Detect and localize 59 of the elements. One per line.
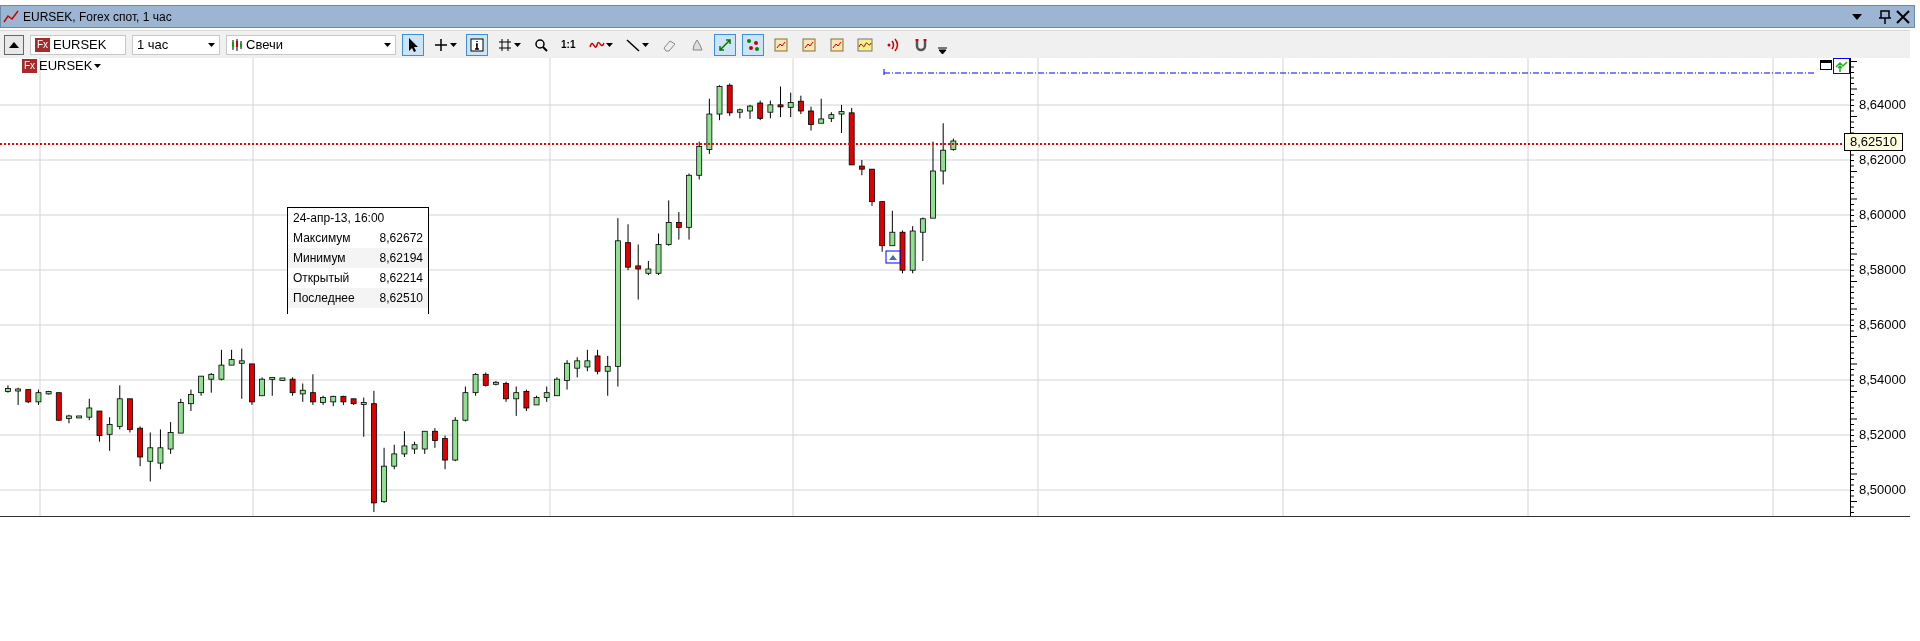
axis-label: 8,56000 xyxy=(1859,318,1906,332)
wave-icon xyxy=(857,36,873,53)
zoom-icon xyxy=(533,36,549,53)
last-price-label: 8,62510 xyxy=(1844,133,1903,151)
tooltip-value: 8,62214 xyxy=(379,271,423,285)
chart-window-icon xyxy=(829,36,845,53)
ratio-button[interactable]: 1:1 xyxy=(558,33,580,56)
candles-icon xyxy=(231,38,243,51)
pin-icon[interactable] xyxy=(1878,9,1892,24)
caret-icon xyxy=(94,63,102,68)
info-icon xyxy=(469,36,485,53)
scatter-icon xyxy=(745,36,761,53)
axis-label: 8,52000 xyxy=(1859,428,1906,442)
triangle-up-icon xyxy=(9,41,19,48)
tooltip-label: Максимум xyxy=(293,231,351,245)
trend-up-icon[interactable] xyxy=(1833,58,1850,74)
chart-window-icon xyxy=(773,36,789,53)
axis-label: 8,58000 xyxy=(1859,263,1906,277)
symbol-badge: Fx xyxy=(35,37,50,52)
magnet-icon xyxy=(913,36,929,53)
signal-icon xyxy=(885,36,901,53)
symbol-badge: Fx xyxy=(22,58,37,73)
line-icon xyxy=(625,36,641,53)
toolbar-button[interactable] xyxy=(466,33,488,56)
axis-label: 8,54000 xyxy=(1859,373,1906,387)
alert-marker[interactable] xyxy=(885,250,901,264)
grid-icon xyxy=(497,36,513,53)
chart-type-dropdown[interactable]: Свечи xyxy=(226,34,396,55)
tooltip-date: 24-апр-13, 16:00 xyxy=(293,211,385,225)
toolbar-button[interactable] xyxy=(402,33,424,56)
chart-window-icon xyxy=(801,36,817,53)
dropdown-icon[interactable] xyxy=(1852,13,1862,20)
tooltip-label: Открытый xyxy=(293,271,350,285)
tooltip-value: 8,62510 xyxy=(379,291,423,305)
axis-label: 8,50000 xyxy=(1859,483,1906,497)
tooltip-value: 8,62672 xyxy=(379,231,423,245)
crosshair-icon xyxy=(433,36,449,53)
caret-icon xyxy=(514,42,521,47)
symbol-legend[interactable]: EURSEK xyxy=(39,58,93,73)
caret-icon xyxy=(208,42,215,47)
axis-label: 8,60000 xyxy=(1859,208,1906,222)
tooltip-value: 8,62194 xyxy=(379,251,423,265)
axis-label: 8,64000 xyxy=(1859,98,1906,112)
close-icon[interactable] xyxy=(1896,9,1910,24)
timeframe-dropdown[interactable]: 1 час xyxy=(132,34,220,55)
collapse-button[interactable] xyxy=(4,34,24,55)
overflow-icon[interactable] xyxy=(938,45,947,54)
autoscale-icon xyxy=(717,36,733,53)
caret-icon xyxy=(384,42,391,47)
symbol-field[interactable]: Fx EURSEK xyxy=(30,34,126,55)
caret-icon xyxy=(450,42,457,47)
axis-label: 8,62000 xyxy=(1859,153,1906,167)
tooltip-label: Минимум xyxy=(293,251,346,265)
window-icon[interactable] xyxy=(1820,60,1832,70)
caret-icon xyxy=(606,42,613,47)
window-title: EURSEK, Forex спот, 1 час xyxy=(23,9,173,24)
chart-icon xyxy=(3,9,19,24)
caret-icon xyxy=(642,42,649,47)
tooltip-label: Последнее xyxy=(293,291,355,305)
